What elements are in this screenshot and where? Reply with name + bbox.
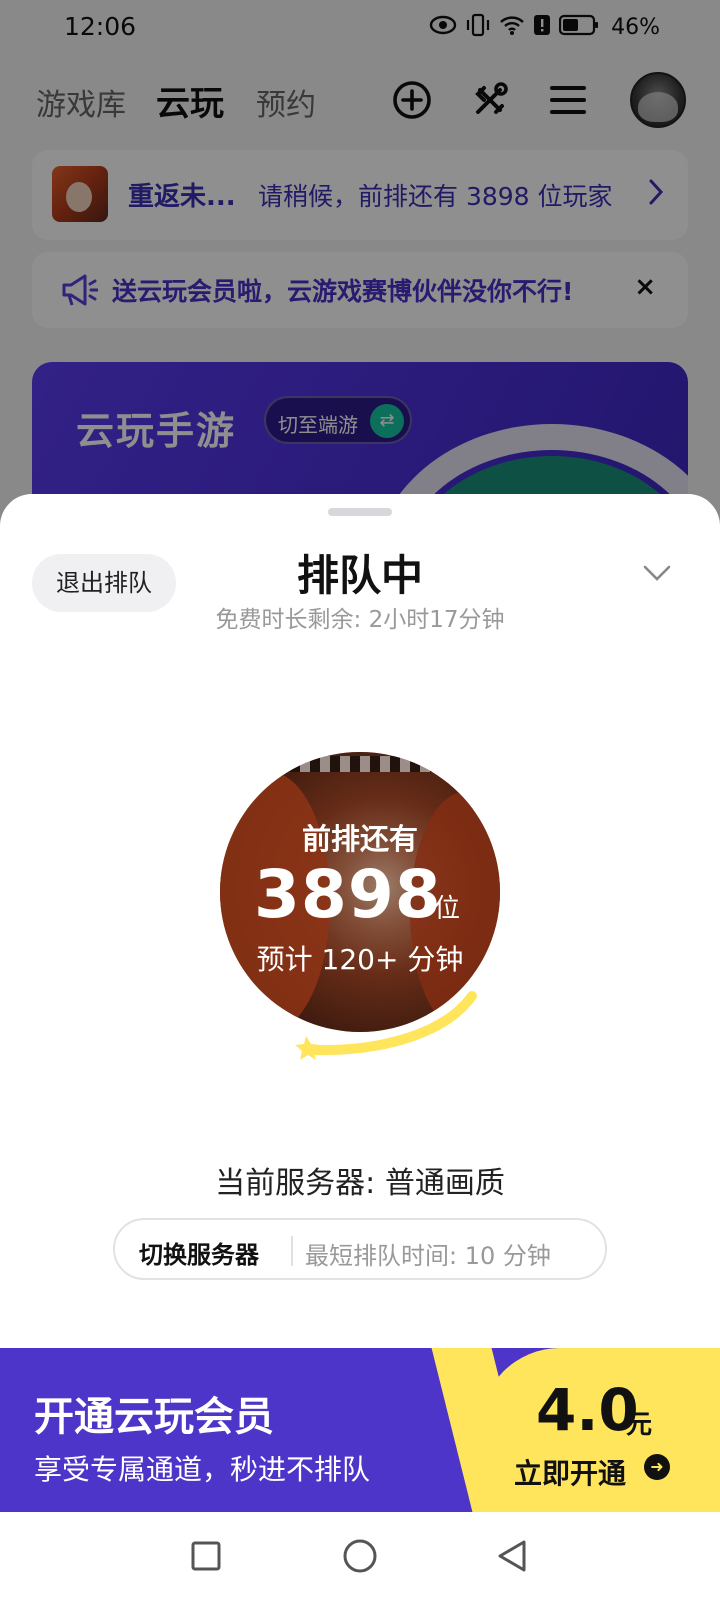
- queue-bottom-sheet: 退出排队 排队中 免费时长剩余: 2小时17分钟 前排还有 3898 位 预计 …: [0, 494, 720, 1600]
- queue-count-unit: 位: [434, 894, 461, 924]
- membership-price-unit: 元: [626, 1410, 653, 1440]
- membership-banner[interactable]: 开通云玩会员 享受专属通道，秒进不排队 4.0 元 立即开通 ➜: [0, 1348, 720, 1512]
- server-switch-pill: 切换服务器 最短排队时间: 10 分钟: [113, 1218, 607, 1280]
- membership-price: 4.0: [536, 1376, 639, 1444]
- queue-count: 3898: [254, 856, 442, 933]
- queue-ahead-label: 前排还有: [301, 822, 418, 856]
- switch-server-button[interactable]: 切换服务器: [139, 1235, 259, 1270]
- free-time-remaining: 免费时长剩余: 2小时17分钟: [215, 607, 505, 633]
- recents-icon[interactable]: [186, 1536, 226, 1576]
- min-queue-time: 最短排队时间: 10 分钟: [305, 1242, 551, 1270]
- chevron-down-icon[interactable]: [642, 564, 672, 586]
- sheet-drag-handle[interactable]: [328, 508, 392, 516]
- open-now-label: 立即开通: [514, 1457, 627, 1490]
- sheet-title: 排队中: [296, 551, 423, 600]
- pill-divider: [291, 1236, 293, 1266]
- membership-title: 开通云玩会员: [34, 1394, 274, 1440]
- open-membership-button[interactable]: 4.0 元 立即开通 ➜: [480, 1348, 720, 1512]
- queue-progress-visual: 前排还有 3898 位 预计 120+ 分钟: [216, 752, 506, 1062]
- current-server: 当前服务器: 普通画质: [215, 1166, 505, 1201]
- back-icon[interactable]: [492, 1536, 532, 1576]
- system-nav-bar: [0, 1512, 720, 1600]
- estimated-wait: 预计 120+ 分钟: [256, 943, 464, 976]
- membership-subtitle: 享受专属通道，秒进不排队: [34, 1453, 371, 1486]
- arrow-right-icon: ➜: [644, 1454, 670, 1480]
- queue-circle: 前排还有 3898 位 预计 120+ 分钟: [220, 752, 500, 1032]
- home-icon[interactable]: [340, 1536, 380, 1576]
